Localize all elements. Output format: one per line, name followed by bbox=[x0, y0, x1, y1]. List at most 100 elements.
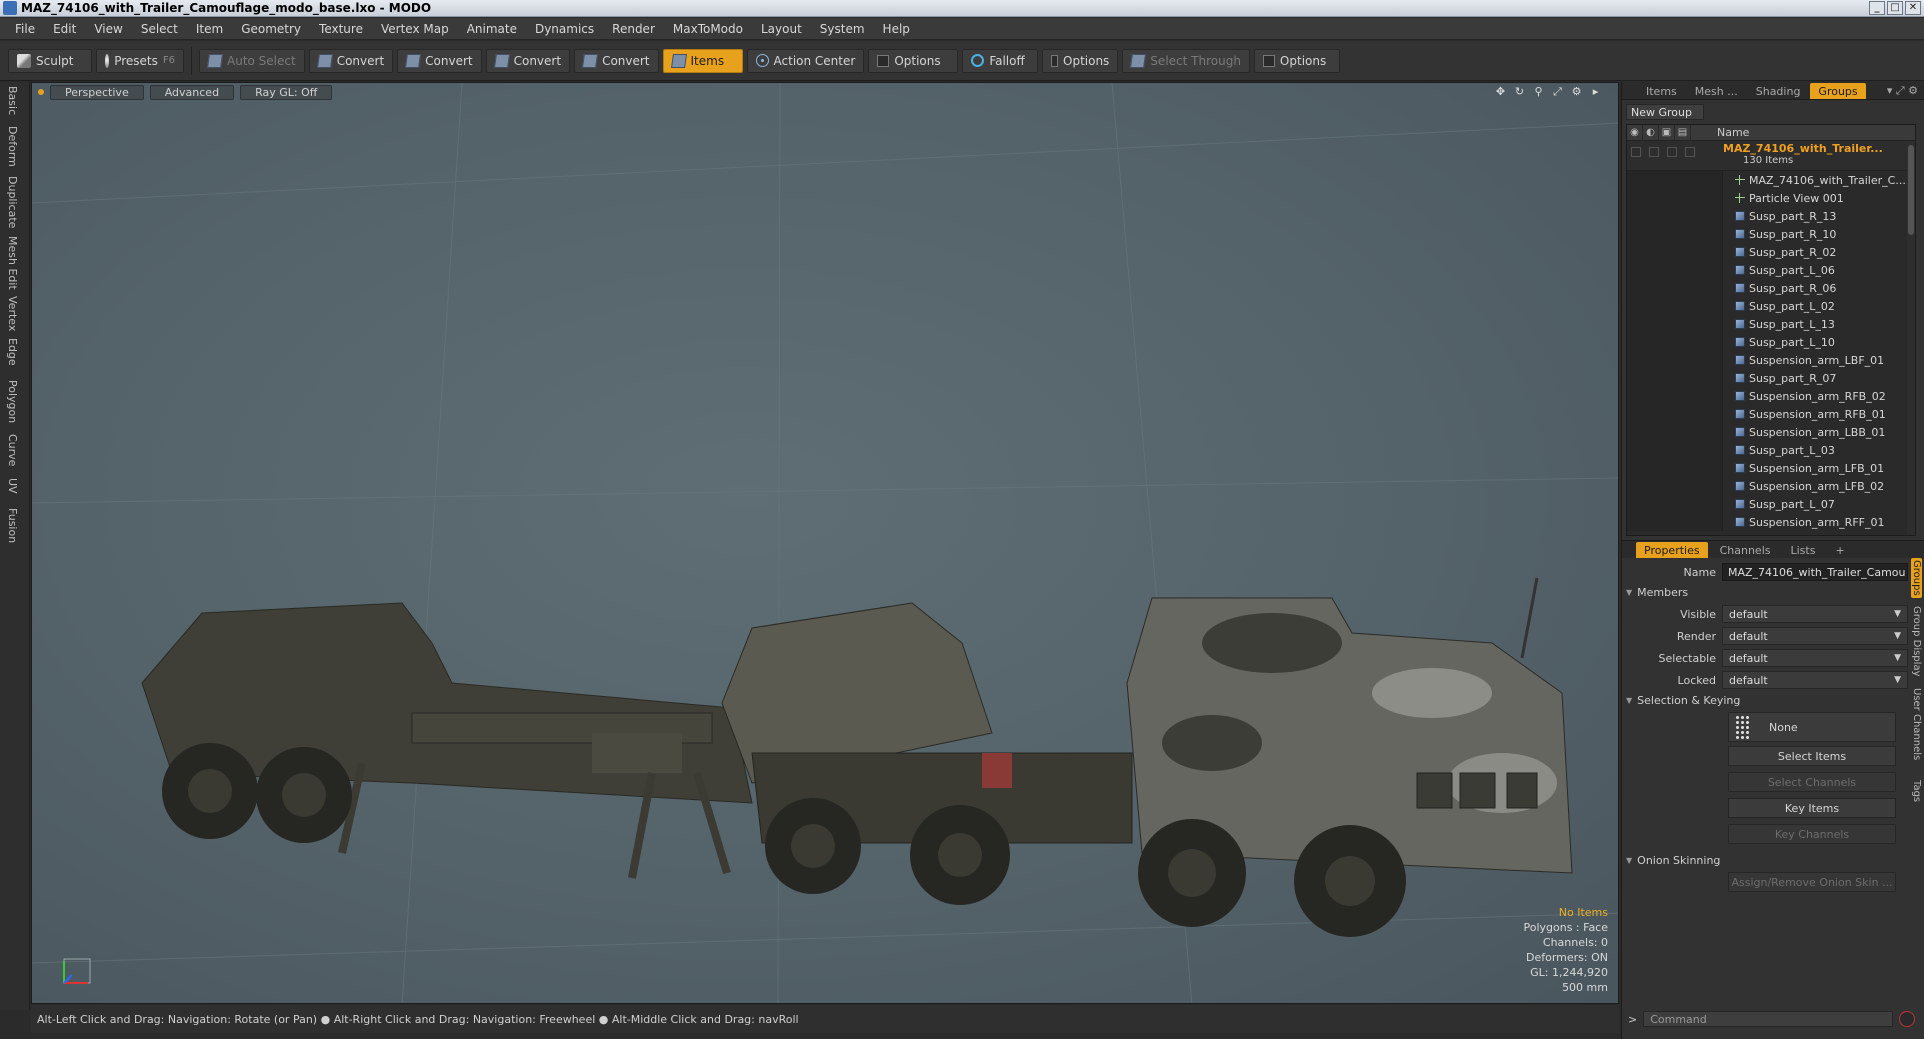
assign-onion-skin-button[interactable]: Assign/Remove Onion Skin ... bbox=[1728, 872, 1896, 892]
shading-style-dropdown[interactable]: Advanced bbox=[149, 84, 235, 100]
select-icon[interactable]: ▤ bbox=[1675, 125, 1691, 141]
pan-icon[interactable]: ✥ bbox=[1494, 85, 1507, 98]
group-member-row[interactable]: Suspension_arm_LFB_02 bbox=[1627, 477, 1915, 495]
select-through-options-button[interactable]: Options bbox=[1253, 48, 1340, 73]
locked-select[interactable]: default ▼ bbox=[1722, 671, 1908, 689]
action-center-button[interactable]: Action Center bbox=[746, 48, 865, 73]
menu-dynamics[interactable]: Dynamics bbox=[526, 22, 603, 36]
tab-polygon[interactable]: Polygon bbox=[6, 380, 19, 423]
tab-mesh[interactable]: Mesh ... bbox=[1687, 83, 1746, 99]
group-member-row[interactable]: Suspension_arm_RFB_01 bbox=[1627, 405, 1915, 423]
menu-help[interactable]: Help bbox=[874, 22, 919, 36]
group-member-row[interactable]: Susp_part_L_07 bbox=[1627, 495, 1915, 513]
menu-vertex-map[interactable]: Vertex Map bbox=[372, 22, 458, 36]
menu-render[interactable]: Render bbox=[603, 22, 664, 36]
lock-toggle[interactable] bbox=[1667, 147, 1677, 157]
minimize-button[interactable]: _ bbox=[1869, 1, 1885, 15]
close-button[interactable]: ✕ bbox=[1905, 1, 1921, 15]
tab-properties[interactable]: Properties bbox=[1636, 542, 1708, 558]
key-channels-button[interactable]: Key Channels bbox=[1728, 824, 1896, 844]
name-column-header[interactable]: Name bbox=[1691, 126, 1749, 139]
tab-shading[interactable]: Shading bbox=[1748, 83, 1809, 99]
convert-polygons-button[interactable]: Convert bbox=[485, 48, 571, 73]
falloff-options-button[interactable]: Options bbox=[1042, 48, 1119, 73]
gear-icon[interactable]: ⚙ bbox=[1570, 85, 1583, 98]
group-member-row[interactable]: Suspension_arm_LBB_01 bbox=[1627, 423, 1915, 441]
auto-select-button[interactable]: Auto Select bbox=[199, 48, 305, 73]
onion-skinning-section[interactable]: ▼ Onion Skinning bbox=[1626, 852, 1912, 868]
eye-icon[interactable]: ◉ bbox=[1627, 125, 1643, 141]
render-toggle[interactable] bbox=[1649, 147, 1659, 157]
tab-curve[interactable]: Curve bbox=[6, 434, 19, 466]
presets-button[interactable]: Presets F6 bbox=[96, 48, 184, 73]
new-group-button[interactable]: New Group bbox=[1626, 104, 1704, 120]
group-member-row[interactable]: Susp_part_R_13 bbox=[1627, 207, 1915, 225]
group-row[interactable]: MAZ_74106_with_Trailer... 130 Items bbox=[1627, 141, 1915, 171]
command-input[interactable]: Command bbox=[1643, 1011, 1894, 1027]
tab-uv[interactable]: UV bbox=[6, 478, 19, 494]
group-member-row[interactable]: Susp_part_L_06 bbox=[1627, 261, 1915, 279]
menu-item[interactable]: Item bbox=[187, 22, 232, 36]
group-member-row[interactable]: Susp_part_L_13 bbox=[1627, 315, 1915, 333]
group-member-row[interactable]: Particle View 001 bbox=[1627, 189, 1915, 207]
maximize-button[interactable]: □ bbox=[1887, 1, 1903, 15]
command-history-icon[interactable] bbox=[1899, 1011, 1916, 1027]
select-items-button[interactable]: Select Items bbox=[1728, 746, 1896, 766]
tab-edge[interactable]: Edge bbox=[6, 338, 19, 366]
viewport-menu-dot[interactable] bbox=[38, 89, 44, 95]
render-select[interactable]: default ▼ bbox=[1722, 627, 1908, 645]
items-mode-button[interactable]: Items bbox=[662, 48, 743, 73]
tab-channels[interactable]: Channels bbox=[1712, 542, 1779, 558]
group-member-row[interactable]: Susp_part_L_10 bbox=[1627, 333, 1915, 351]
group-member-row[interactable]: Suspension_arm_RFB_02 bbox=[1627, 387, 1915, 405]
group-member-row[interactable]: Susp_part_R_10 bbox=[1627, 225, 1915, 243]
group-member-row[interactable]: Suspension_arm_LBF_01 bbox=[1627, 351, 1915, 369]
tab-vertex[interactable]: Vertex bbox=[6, 296, 19, 331]
menu-animate[interactable]: Animate bbox=[458, 22, 526, 36]
menu-file[interactable]: File bbox=[6, 22, 44, 36]
side-tab-group-display[interactable]: Group Display bbox=[1911, 606, 1922, 676]
menu-view[interactable]: View bbox=[85, 22, 131, 36]
select-toggle[interactable] bbox=[1685, 147, 1695, 157]
tree-scrollbar[interactable] bbox=[1907, 141, 1915, 535]
side-tab-groups[interactable]: Groups bbox=[1911, 558, 1922, 598]
scrollbar-thumb[interactable] bbox=[1908, 145, 1914, 235]
add-tab-button[interactable]: + bbox=[1827, 542, 1852, 558]
side-tab-tags[interactable]: Tags bbox=[1911, 780, 1922, 802]
key-items-button[interactable]: Key Items bbox=[1728, 798, 1896, 818]
name-field[interactable]: MAZ_74106_with_Trailer_Camou bbox=[1722, 563, 1908, 581]
tab-deform[interactable]: Deform bbox=[6, 126, 19, 167]
zoom-icon[interactable]: ⚲ bbox=[1532, 85, 1545, 98]
3d-viewport[interactable]: Perspective Advanced Ray GL: Off ✥ ↻ ⚲ ⤢… bbox=[31, 82, 1619, 1004]
tab-items[interactable]: Items bbox=[1638, 83, 1685, 99]
visible-toggle[interactable] bbox=[1631, 147, 1641, 157]
group-member-row[interactable]: Susp_part_R_06 bbox=[1627, 279, 1915, 297]
group-member-row[interactable]: Susp_part_R_02 bbox=[1627, 243, 1915, 261]
visible-select[interactable]: default ▼ bbox=[1722, 605, 1908, 623]
convert-materials-button[interactable]: Convert bbox=[574, 48, 659, 73]
group-member-row[interactable]: MAZ_74106_with_Trailer_C... bbox=[1627, 171, 1915, 189]
menu-layout[interactable]: Layout bbox=[752, 22, 811, 36]
lock-icon[interactable]: ▣ bbox=[1659, 125, 1675, 141]
convert-vertices-button[interactable]: Convert bbox=[308, 48, 394, 73]
group-member-row[interactable]: Susp_part_L_03 bbox=[1627, 441, 1915, 459]
group-member-row[interactable]: Suspension_arm_RFF_01 bbox=[1627, 513, 1915, 531]
menu-geometry[interactable]: Geometry bbox=[232, 22, 310, 36]
tab-basic[interactable]: Basic bbox=[6, 86, 19, 115]
side-tab-user-channels[interactable]: User Channels bbox=[1911, 688, 1922, 760]
select-channels-button[interactable]: Select Channels bbox=[1728, 772, 1896, 792]
menu-edit[interactable]: Edit bbox=[44, 22, 85, 36]
maximize-viewport-icon[interactable]: ⤢ bbox=[1551, 85, 1564, 98]
menu-system[interactable]: System bbox=[811, 22, 874, 36]
raygl-toggle[interactable]: Ray GL: Off bbox=[240, 84, 333, 100]
tab-duplicate[interactable]: Duplicate bbox=[6, 176, 19, 228]
panel-options-icon[interactable]: ▾ ⤢ ⚙ bbox=[1887, 84, 1918, 98]
tab-lists[interactable]: Lists bbox=[1783, 542, 1824, 558]
menu-select[interactable]: Select bbox=[132, 22, 187, 36]
group-member-row[interactable]: Susp_part_R_07 bbox=[1627, 369, 1915, 387]
sculpt-button[interactable]: Sculpt bbox=[8, 48, 92, 73]
tab-fusion[interactable]: Fusion bbox=[6, 508, 19, 543]
rotate-icon[interactable]: ↻ bbox=[1513, 85, 1526, 98]
menu-texture[interactable]: Texture bbox=[310, 22, 372, 36]
chevron-right-icon[interactable]: ▸ bbox=[1589, 85, 1602, 98]
